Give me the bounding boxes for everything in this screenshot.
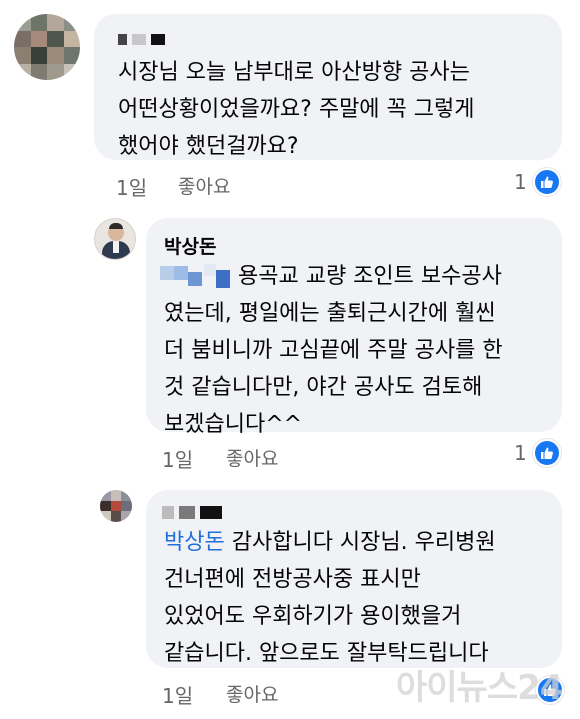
author-name-redacted[interactable] <box>118 34 165 45</box>
reaction-count: 1 <box>514 170 527 194</box>
watermark-logo: 아이뉴스24 <box>396 668 563 708</box>
like-link[interactable]: 좋아요 <box>178 172 230 199</box>
reply-timestamp[interactable]: 1일 <box>162 680 193 709</box>
like-link[interactable]: 좋아요 <box>226 444 278 471</box>
author-name-redacted[interactable] <box>162 506 222 519</box>
comment-timestamp[interactable]: 1일 <box>116 172 147 201</box>
commenter-avatar-blurred[interactable] <box>100 490 132 522</box>
thumbs-up-icon <box>532 168 561 196</box>
mention-link[interactable]: 박상돈 <box>164 530 225 555</box>
comment-text: 시장님 오늘 남부대로 아산방향 공사는 어떤상황이었을까요? 주말에 꼭 그렇… <box>118 60 475 159</box>
author-avatar[interactable] <box>94 218 136 260</box>
reply-text: 박상돈 감사합니다 시장님. 우리병원 건너편에 전방공사중 표시만 있었어도 … <box>164 530 496 666</box>
reaction-summary[interactable]: 1 <box>514 168 561 196</box>
reaction-summary[interactable]: 1 <box>514 439 561 467</box>
like-link[interactable]: 좋아요 <box>226 680 278 707</box>
thumbs-up-icon <box>532 439 561 467</box>
commenter-avatar-blurred[interactable] <box>14 14 80 80</box>
reply-text: 용곡교 교량 조인트 보수공사 였는데, 평일에는 출퇴근시간에 훨씬 더 붐비… <box>164 264 503 437</box>
author-name[interactable]: 박상돈 <box>164 232 216 259</box>
reply-timestamp[interactable]: 1일 <box>162 444 193 473</box>
reaction-count: 1 <box>514 441 527 465</box>
